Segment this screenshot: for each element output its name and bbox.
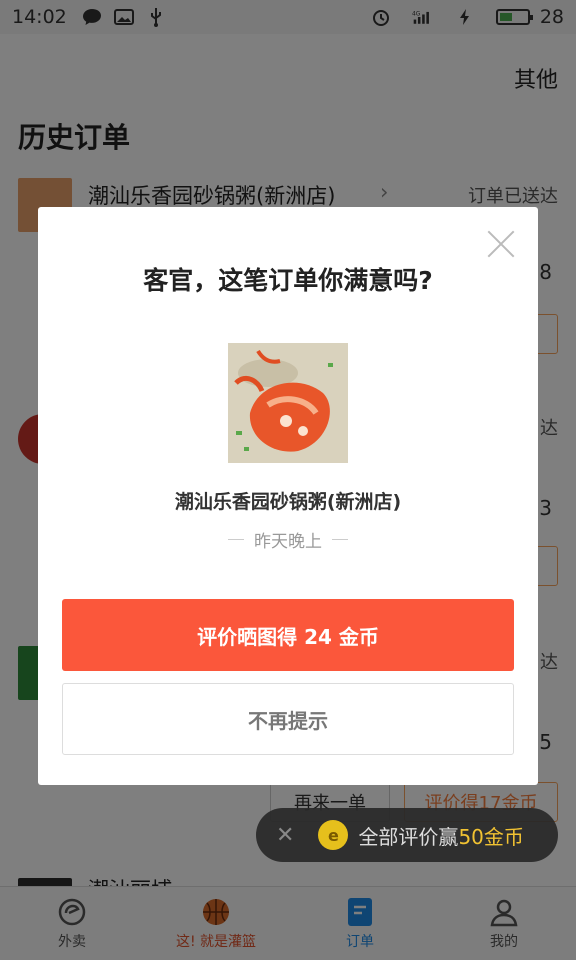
toast-coin-amount: 50金币 (458, 824, 524, 849)
divider (332, 539, 348, 540)
dialog-title: 客官，这笔订单你满意吗? (143, 266, 433, 295)
food-image (228, 343, 348, 463)
review-with-photo-button[interactable]: 评价晒图得 24 金币 (62, 599, 514, 671)
order-time-text: 昨天晚上 (254, 532, 322, 552)
coin-reward-toast[interactable]: ✕ e 全部评价赢 50金币 (256, 808, 558, 862)
dialog-shop-name: 潮汕乐香园砂锅粥(新洲店) (174, 491, 402, 513)
close-icon[interactable] (486, 229, 516, 259)
toast-close-icon[interactable]: ✕ (276, 823, 294, 848)
coin-icon: e (318, 820, 349, 850)
divider (228, 539, 244, 540)
dialog-order-time: 昨天晚上 (38, 527, 538, 552)
rating-dialog: 客官，这笔订单你满意吗? 潮汕乐香园砂锅粥(新洲店) 昨天晚上 评价晒图得 24… (38, 207, 538, 785)
dont-remind-button[interactable]: 不再提示 (62, 683, 514, 755)
toast-text: 全部评价赢 (358, 824, 459, 849)
